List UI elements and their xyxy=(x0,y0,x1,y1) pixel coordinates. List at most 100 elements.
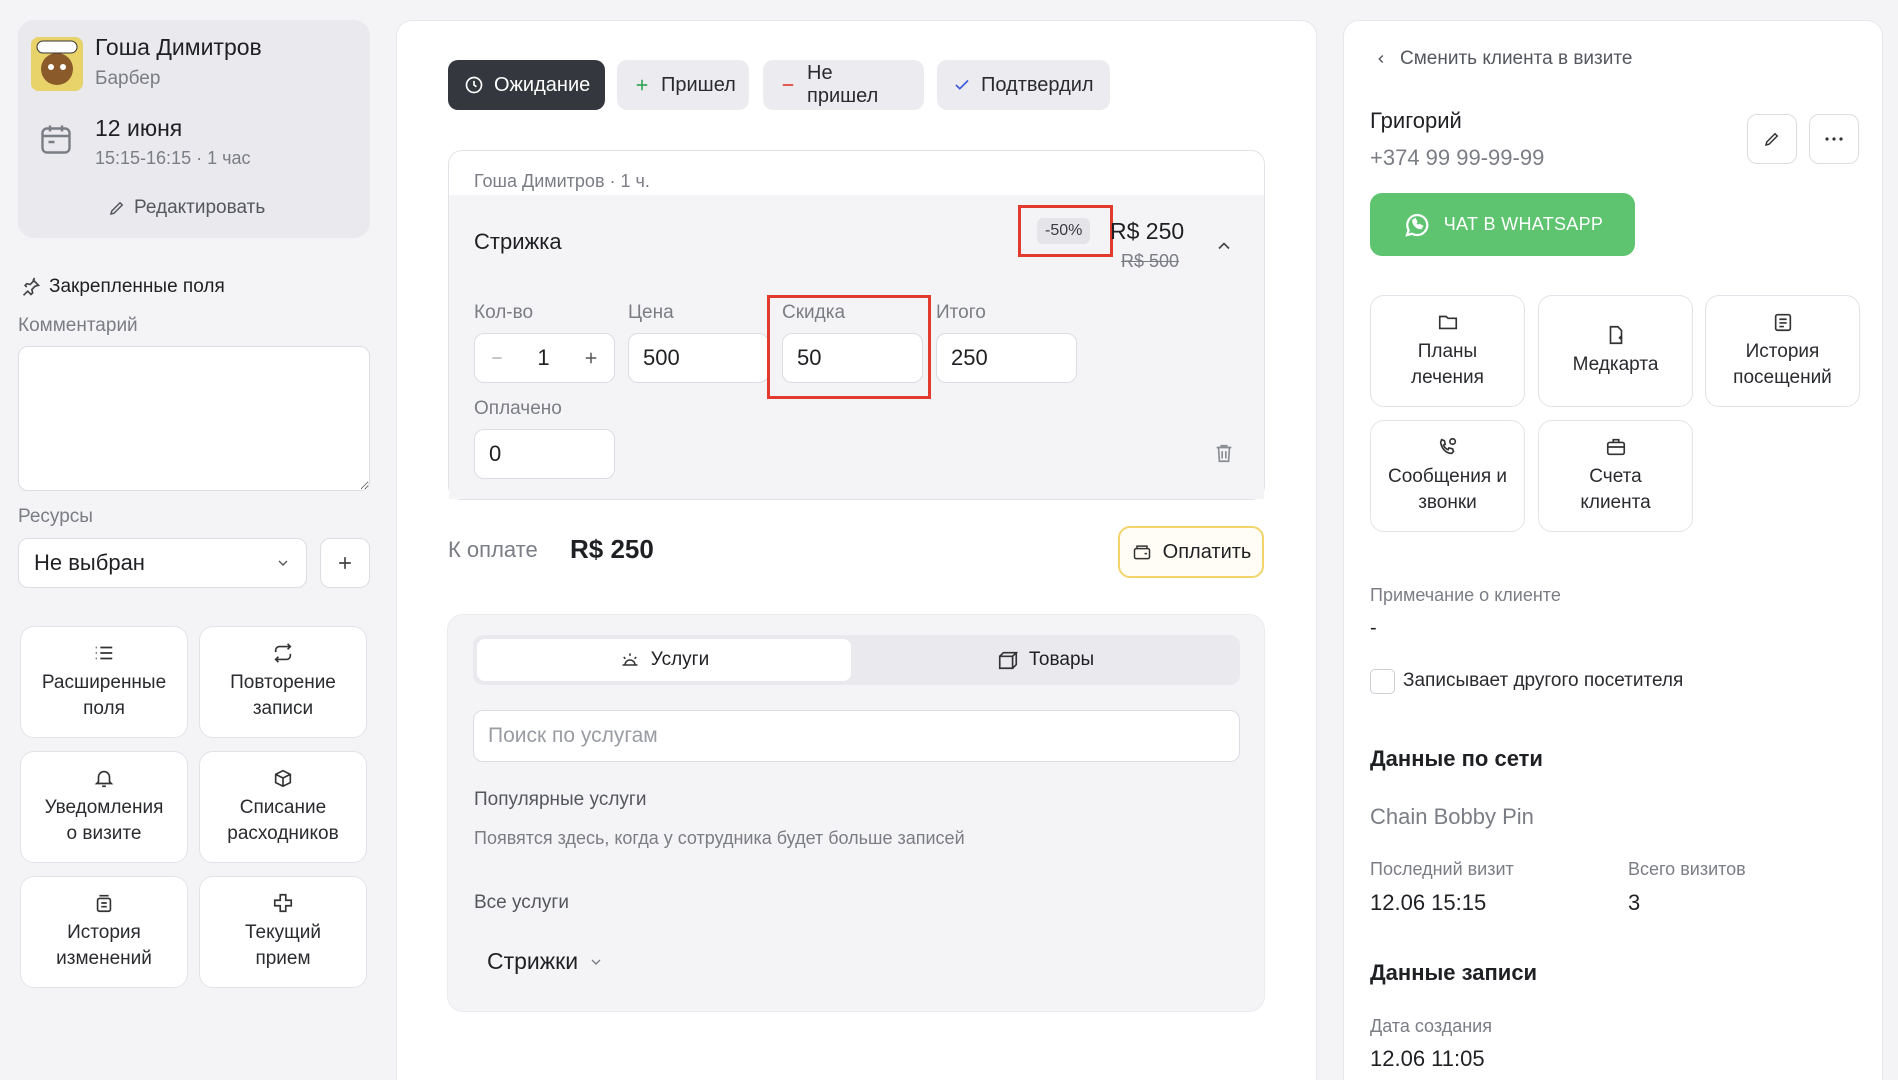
tile-change-history[interactable]: История изменений xyxy=(20,876,188,988)
client-phone: +374 99 99-99-99 xyxy=(1370,145,1545,170)
tile-label: Счета xyxy=(1589,466,1642,487)
chevron-down-icon xyxy=(588,954,604,970)
tile-repeat-visit[interactable]: Повторение записи xyxy=(199,626,367,738)
tile-label: История xyxy=(1745,341,1820,362)
tile-label: прием xyxy=(255,948,311,969)
other-visitor-checkbox[interactable] xyxy=(1370,669,1395,694)
service-search-input[interactable] xyxy=(473,710,1240,762)
calendar-icon xyxy=(38,121,74,157)
tile-visit-notifications[interactable]: Уведомления о визите xyxy=(20,751,188,863)
tile-client-accounts[interactable]: Счета клиента xyxy=(1538,420,1693,532)
discount-badge: -50% xyxy=(1037,218,1091,244)
other-visitor-label: Записывает другого посетителя xyxy=(1403,670,1684,691)
tile-label: Сообщения и xyxy=(1387,466,1507,487)
tile-label: Уведомления xyxy=(44,797,164,818)
price-input-value: 500 xyxy=(643,345,680,370)
total-input-value: 250 xyxy=(951,345,988,370)
status-no-show-label: Не пришел xyxy=(807,62,879,107)
amount-due-value: R$ 250 xyxy=(570,534,654,564)
tile-current-appointment[interactable]: Текущий прием xyxy=(199,876,367,988)
minus-icon[interactable] xyxy=(489,350,505,366)
total-visits-value: 3 xyxy=(1628,890,1641,915)
resources-select[interactable]: Не выбран xyxy=(18,538,307,588)
whatsapp-label: ЧАТ В WHATSAPP xyxy=(1443,214,1604,234)
service-name: Стрижка xyxy=(474,229,562,254)
tile-label: Текущий xyxy=(245,922,321,943)
staff-avatar xyxy=(31,37,83,91)
chevron-down-icon xyxy=(275,555,291,571)
sun-icon xyxy=(619,650,641,670)
tile-label: поля xyxy=(83,698,125,719)
network-name: Chain Bobby Pin xyxy=(1370,804,1534,829)
minus-icon xyxy=(779,76,797,94)
resources-label: Ресурсы xyxy=(18,506,93,527)
edit-client-button[interactable] xyxy=(1747,114,1797,164)
price-input[interactable]: 500 xyxy=(628,333,769,383)
comment-textarea[interactable] xyxy=(18,346,370,491)
status-arrived-button[interactable]: Пришел xyxy=(617,60,749,110)
tile-label: лечения xyxy=(1411,367,1484,388)
whatsapp-icon xyxy=(1402,210,1432,240)
chevron-left-icon xyxy=(1374,52,1388,66)
box-icon xyxy=(997,649,1019,671)
status-no-show-button[interactable]: Не пришел xyxy=(763,60,924,110)
add-resource-button[interactable] xyxy=(320,538,370,588)
status-confirmed-button[interactable]: Подтвердил xyxy=(937,60,1110,110)
created-date-value: 12.06 11:05 xyxy=(1370,1046,1485,1071)
visits-icon xyxy=(1772,311,1794,333)
category-haircuts[interactable]: Стрижки xyxy=(487,948,604,975)
service-old-price: R$ 500 xyxy=(1121,251,1180,271)
tile-label: Расширенные xyxy=(41,672,167,693)
tab-services[interactable]: Услуги xyxy=(477,639,851,681)
quantity-value: 1 xyxy=(537,345,550,370)
tile-label: Повторение xyxy=(230,672,336,693)
popular-services-title: Популярные услуги xyxy=(474,789,647,810)
tile-visit-history[interactable]: История посещений xyxy=(1705,295,1860,407)
change-client-link[interactable]: Сменить клиента в визите xyxy=(1374,48,1632,70)
paid-input[interactable]: 0 xyxy=(474,429,615,479)
paid-label: Оплачено xyxy=(474,398,562,419)
trash-icon[interactable] xyxy=(1213,441,1235,465)
edit-visit-button[interactable]: Редактировать xyxy=(108,197,265,219)
plus-icon[interactable] xyxy=(582,349,600,367)
resources-value: Не выбран xyxy=(34,550,145,575)
last-visit-value: 12.06 15:15 xyxy=(1370,890,1487,915)
whatsapp-chat-button[interactable]: ЧАТ В WHATSAPP xyxy=(1370,193,1635,256)
network-data-title: Данные по сети xyxy=(1370,746,1543,771)
tile-messages-calls[interactable]: Сообщения и звонки xyxy=(1370,420,1525,532)
pencil-icon xyxy=(1763,130,1781,148)
created-date-label: Дата создания xyxy=(1370,1016,1492,1036)
comment-label: Комментарий xyxy=(18,315,138,336)
visit-time: 15:15-16:15 · 1 час xyxy=(95,148,251,168)
check-icon xyxy=(953,76,971,94)
change-client-label: Сменить клиента в визите xyxy=(1400,48,1633,69)
pay-button[interactable]: Оплатить xyxy=(1118,526,1264,578)
tile-medical-card[interactable]: Медкарта xyxy=(1538,295,1693,407)
chevron-up-icon[interactable] xyxy=(1214,236,1234,256)
staff-role: Барбер xyxy=(95,68,161,89)
total-input[interactable]: 250 xyxy=(936,333,1077,383)
tile-extended-fields[interactable]: Расширенные поля xyxy=(20,626,188,738)
more-options-button[interactable] xyxy=(1809,114,1859,164)
tile-label: расходников xyxy=(227,823,339,844)
status-waiting-button[interactable]: Ожидание xyxy=(448,60,605,110)
bell-icon xyxy=(93,767,115,789)
tab-goods[interactable]: Товары xyxy=(855,639,1236,681)
discount-input[interactable]: 50 xyxy=(782,333,923,383)
tile-label: о визите xyxy=(66,823,142,844)
tile-consumables[interactable]: Списание расходников xyxy=(199,751,367,863)
pinned-fields-title: Закрепленные поля xyxy=(49,276,225,297)
clock-icon xyxy=(464,75,484,95)
tile-label: История xyxy=(67,922,141,943)
discount-label: Скидка xyxy=(782,302,846,323)
boxes-icon xyxy=(272,767,294,789)
client-note-label: Примечание о клиенте xyxy=(1370,585,1561,605)
medical-cross-icon xyxy=(272,892,294,914)
tile-label: Списание xyxy=(239,797,327,818)
price-label: Цена xyxy=(628,302,674,323)
folder-icon xyxy=(1437,311,1459,333)
quantity-stepper[interactable]: 1 xyxy=(474,333,615,383)
history-icon xyxy=(93,892,115,914)
tile-treatment-plans[interactable]: Планы лечения xyxy=(1370,295,1525,407)
tile-label: записи xyxy=(252,698,314,719)
